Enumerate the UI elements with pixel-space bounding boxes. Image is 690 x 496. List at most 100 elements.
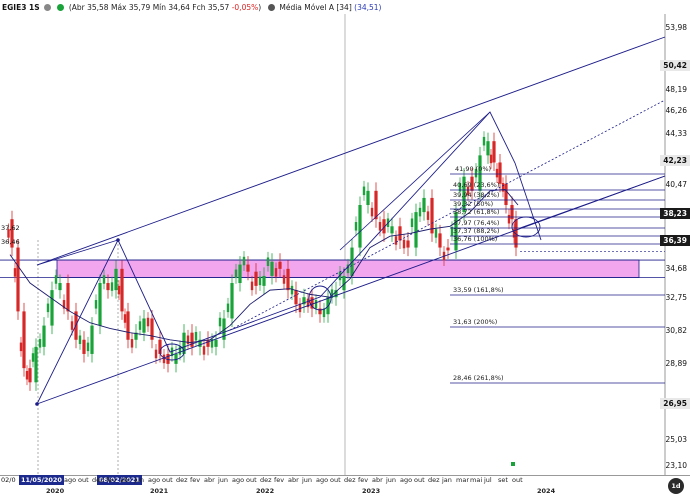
candle-body [318, 308, 322, 315]
month-label: ago [64, 476, 77, 484]
candle-body [314, 300, 318, 309]
month-label: ago [400, 476, 413, 484]
candle-body [492, 141, 496, 163]
y-label: 28,89 [665, 359, 687, 368]
candle-body [358, 205, 362, 248]
month-label: dez [344, 476, 356, 484]
candle-body [146, 317, 150, 327]
candle-body [78, 335, 82, 345]
indicator-icon[interactable] [267, 4, 275, 11]
candle-body [230, 283, 234, 319]
ma-value: (34,51) [354, 3, 382, 12]
candle-body [486, 141, 490, 156]
candle-body [406, 240, 410, 248]
y-label: 40,47 [665, 180, 687, 189]
candle-body [28, 368, 32, 383]
candle-body [54, 275, 58, 284]
month-label: ago [232, 476, 245, 484]
price-badge-c: 36,39 [660, 235, 690, 246]
candle-body [254, 271, 258, 286]
pivot-point [116, 238, 120, 242]
y-label: 46,26 [665, 106, 687, 115]
change-text: -0,05% [231, 3, 259, 12]
left-level-a: 37,62 [1, 224, 20, 232]
ohlc-text: (Abr 35,58 Máx 35,79 Mín 34,64 Fch 35,57 [68, 3, 230, 12]
candle-body [394, 236, 398, 245]
month-label: fev [274, 476, 285, 484]
candle-body [42, 325, 46, 347]
candle-body [114, 268, 118, 291]
fib-label: 40,69 (23,6%) [453, 181, 500, 189]
year-label: 2022 [256, 487, 275, 495]
y-label: 44,33 [665, 129, 687, 138]
month-label: jul [484, 476, 492, 484]
month-label: dez [260, 476, 272, 484]
month-label: mai [470, 476, 483, 484]
candle-body [366, 190, 370, 206]
status-icon [57, 4, 65, 11]
price-badge-low: 26,95 [660, 398, 690, 409]
candle-body [16, 247, 20, 312]
month-label: fev [106, 476, 117, 484]
price-badge-top: 50,42 [660, 60, 690, 71]
candle-body [482, 136, 486, 146]
fib-label: 37,97 (76,4%) [453, 219, 500, 227]
month-label: jun [218, 476, 229, 484]
candle-body [70, 321, 74, 330]
month-label: set [498, 476, 508, 484]
candle-body [438, 233, 442, 248]
candle-body [86, 342, 90, 352]
price-badge-b: 38,23 [660, 208, 690, 219]
candle-body [370, 207, 374, 217]
fib-label: 31,63 (200%) [453, 318, 498, 326]
month-label: out [330, 476, 341, 484]
candle-body [234, 269, 238, 279]
candle-body [142, 318, 146, 333]
candle-body [31, 353, 35, 362]
candle-body [489, 154, 493, 164]
month-label: dez [428, 476, 440, 484]
month-label: jun [386, 476, 397, 484]
timeframe-button[interactable]: 1d [668, 478, 684, 494]
candle-body [282, 275, 286, 284]
candle-body [246, 264, 250, 272]
candle-body [274, 268, 278, 277]
x-start-label: 02/0 [1, 476, 16, 484]
candle-body [178, 346, 182, 355]
candle-body [102, 275, 106, 284]
month-label: fev [358, 476, 369, 484]
candle-body [94, 300, 98, 309]
candle-body [98, 283, 102, 326]
candle-body [226, 303, 230, 313]
candle-body [25, 370, 29, 380]
month-label: jan [442, 476, 452, 484]
month-label: out [162, 476, 173, 484]
candle-body [110, 282, 114, 291]
fib-label: 41,90 (0%) [455, 165, 492, 173]
month-label: jun [302, 476, 313, 484]
candle-body [238, 264, 242, 284]
month-label: abr [120, 476, 131, 484]
candle-body [250, 281, 254, 291]
candle-body [82, 339, 86, 354]
candle-body [378, 222, 382, 231]
candle-body [422, 197, 426, 213]
chart-window[interactable]: EGIE3 1S (Abr 35,58 Máx 35,79 Mín 34,64 … [0, 0, 690, 496]
settings-icon[interactable] [44, 4, 52, 11]
candle-body [294, 290, 298, 305]
candle-body [13, 268, 17, 277]
fib-label: 28,46 (261,8%) [453, 374, 504, 382]
candle-body [50, 290, 54, 326]
y-label: 32,75 [665, 293, 687, 302]
candle-body [398, 226, 402, 241]
fib-label: 39,94 (38,2%) [453, 191, 500, 199]
chart-header: EGIE3 1S (Abr 35,58 Máx 35,79 Mín 34,64 … [2, 2, 381, 14]
y-label: 25,03 [665, 435, 687, 444]
month-label: out [512, 476, 523, 484]
zigzag-line [36, 111, 542, 405]
candle-body [58, 283, 62, 291]
candle-body [507, 214, 511, 224]
price-chart[interactable] [0, 0, 690, 495]
month-label: fev [190, 476, 201, 484]
candle-body [66, 283, 70, 312]
